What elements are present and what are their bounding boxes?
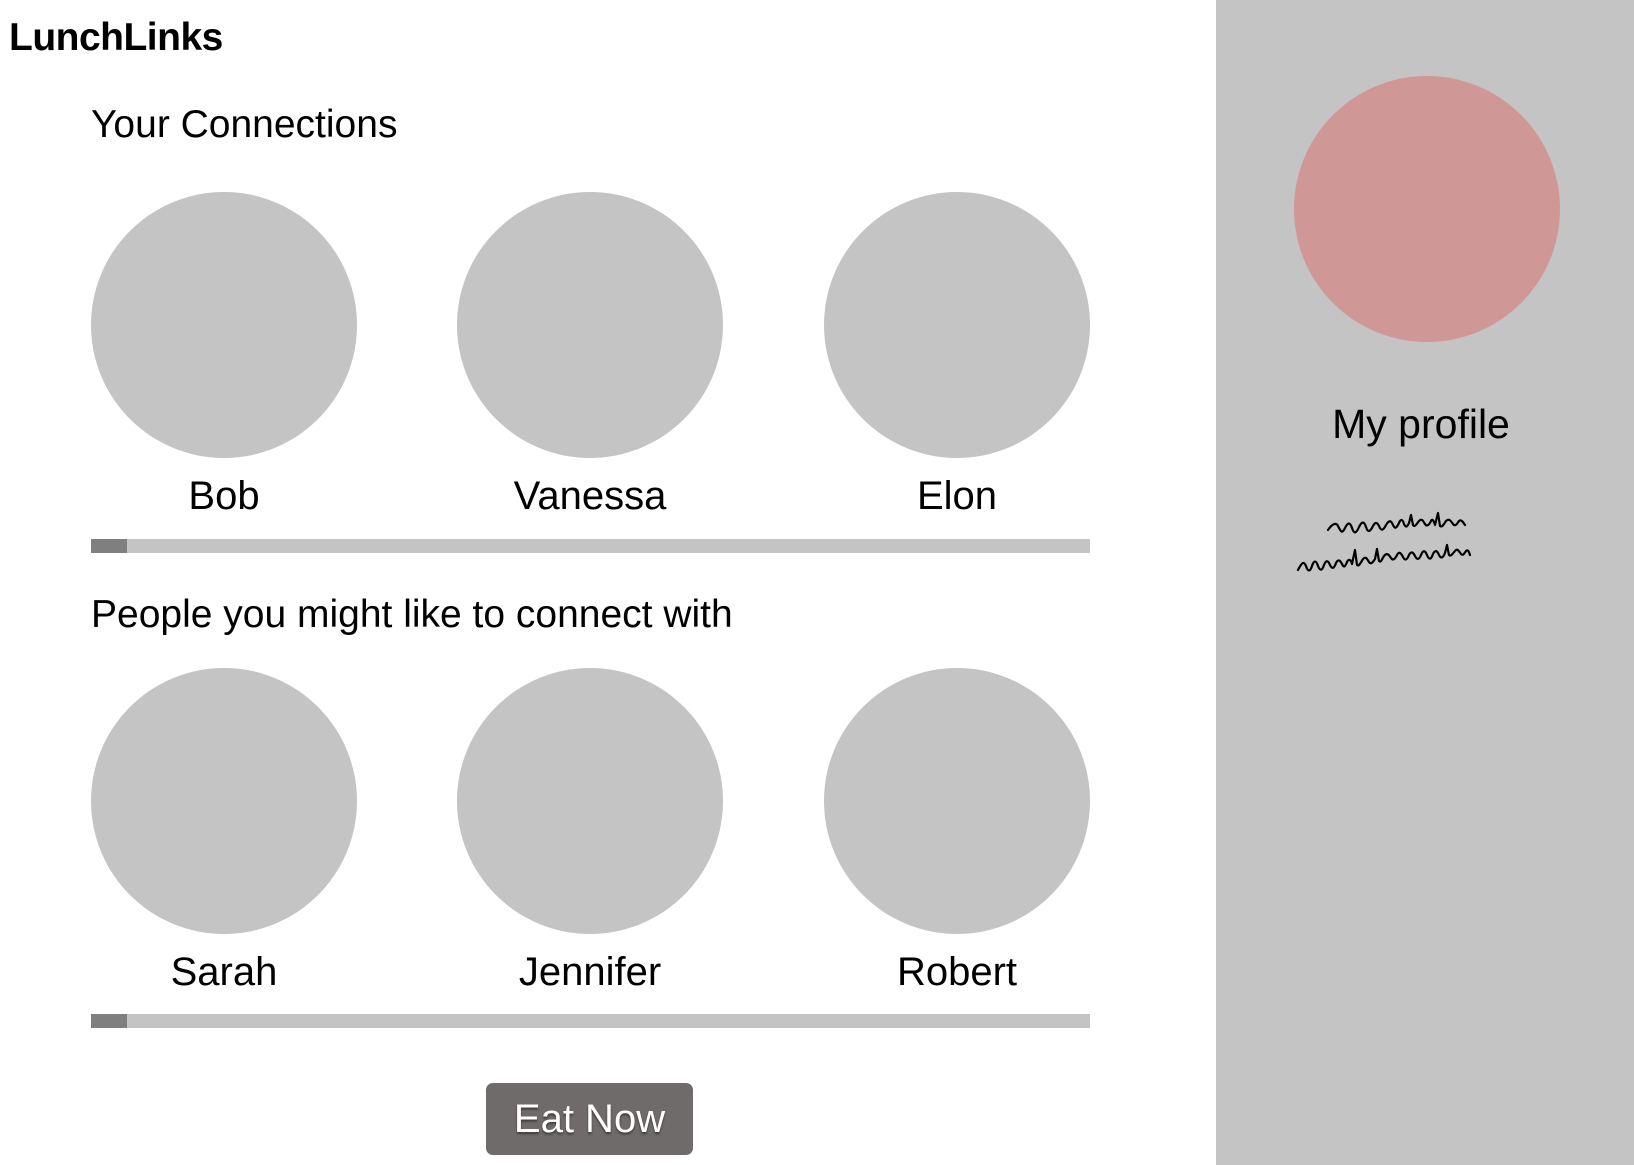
avatar[interactable] <box>457 668 723 934</box>
bio-scribble <box>1296 511 1472 572</box>
avatar[interactable] <box>457 192 723 458</box>
person-name: Bob <box>188 474 260 518</box>
suggestion-card-sarah[interactable]: Sarah <box>91 668 357 998</box>
eat-now-button[interactable]: Eat Now <box>486 1083 693 1155</box>
avatar[interactable] <box>91 668 357 934</box>
connection-card-bob[interactable]: Bob <box>91 192 357 522</box>
person-name: Sarah <box>170 950 278 994</box>
connections-carousel: Bob Vanessa Elon <box>91 192 1090 522</box>
person-name: Robert <box>896 950 1018 994</box>
suggestions-heading: People you might like to connect with <box>91 593 733 636</box>
suggestion-card-jennifer[interactable]: Jennifer <box>457 668 723 998</box>
profile-sidebar: My profile <box>1216 0 1634 1165</box>
connection-card-elon[interactable]: Elon <box>824 192 1090 522</box>
suggestions-scrollbar[interactable] <box>91 1014 1090 1028</box>
avatar[interactable] <box>824 192 1090 458</box>
suggestion-card-robert[interactable]: Robert <box>824 668 1090 998</box>
profile-avatar-icon[interactable] <box>1294 76 1560 342</box>
my-profile-link[interactable]: My profile <box>1216 401 1634 448</box>
avatar[interactable] <box>91 192 357 458</box>
app-title: LunchLinks <box>9 16 223 59</box>
suggestions-carousel: Sarah Jennifer Robert <box>91 668 1090 998</box>
scrollbar-thumb[interactable] <box>91 1014 127 1028</box>
avatar[interactable] <box>824 668 1090 934</box>
connections-scrollbar[interactable] <box>91 539 1090 553</box>
person-name: Vanessa <box>513 474 667 518</box>
connections-heading: Your Connections <box>91 103 398 146</box>
person-name: Elon <box>916 474 998 518</box>
person-name: Jennifer <box>518 950 662 994</box>
scrollbar-thumb[interactable] <box>91 539 127 553</box>
connection-card-vanessa[interactable]: Vanessa <box>457 192 723 522</box>
